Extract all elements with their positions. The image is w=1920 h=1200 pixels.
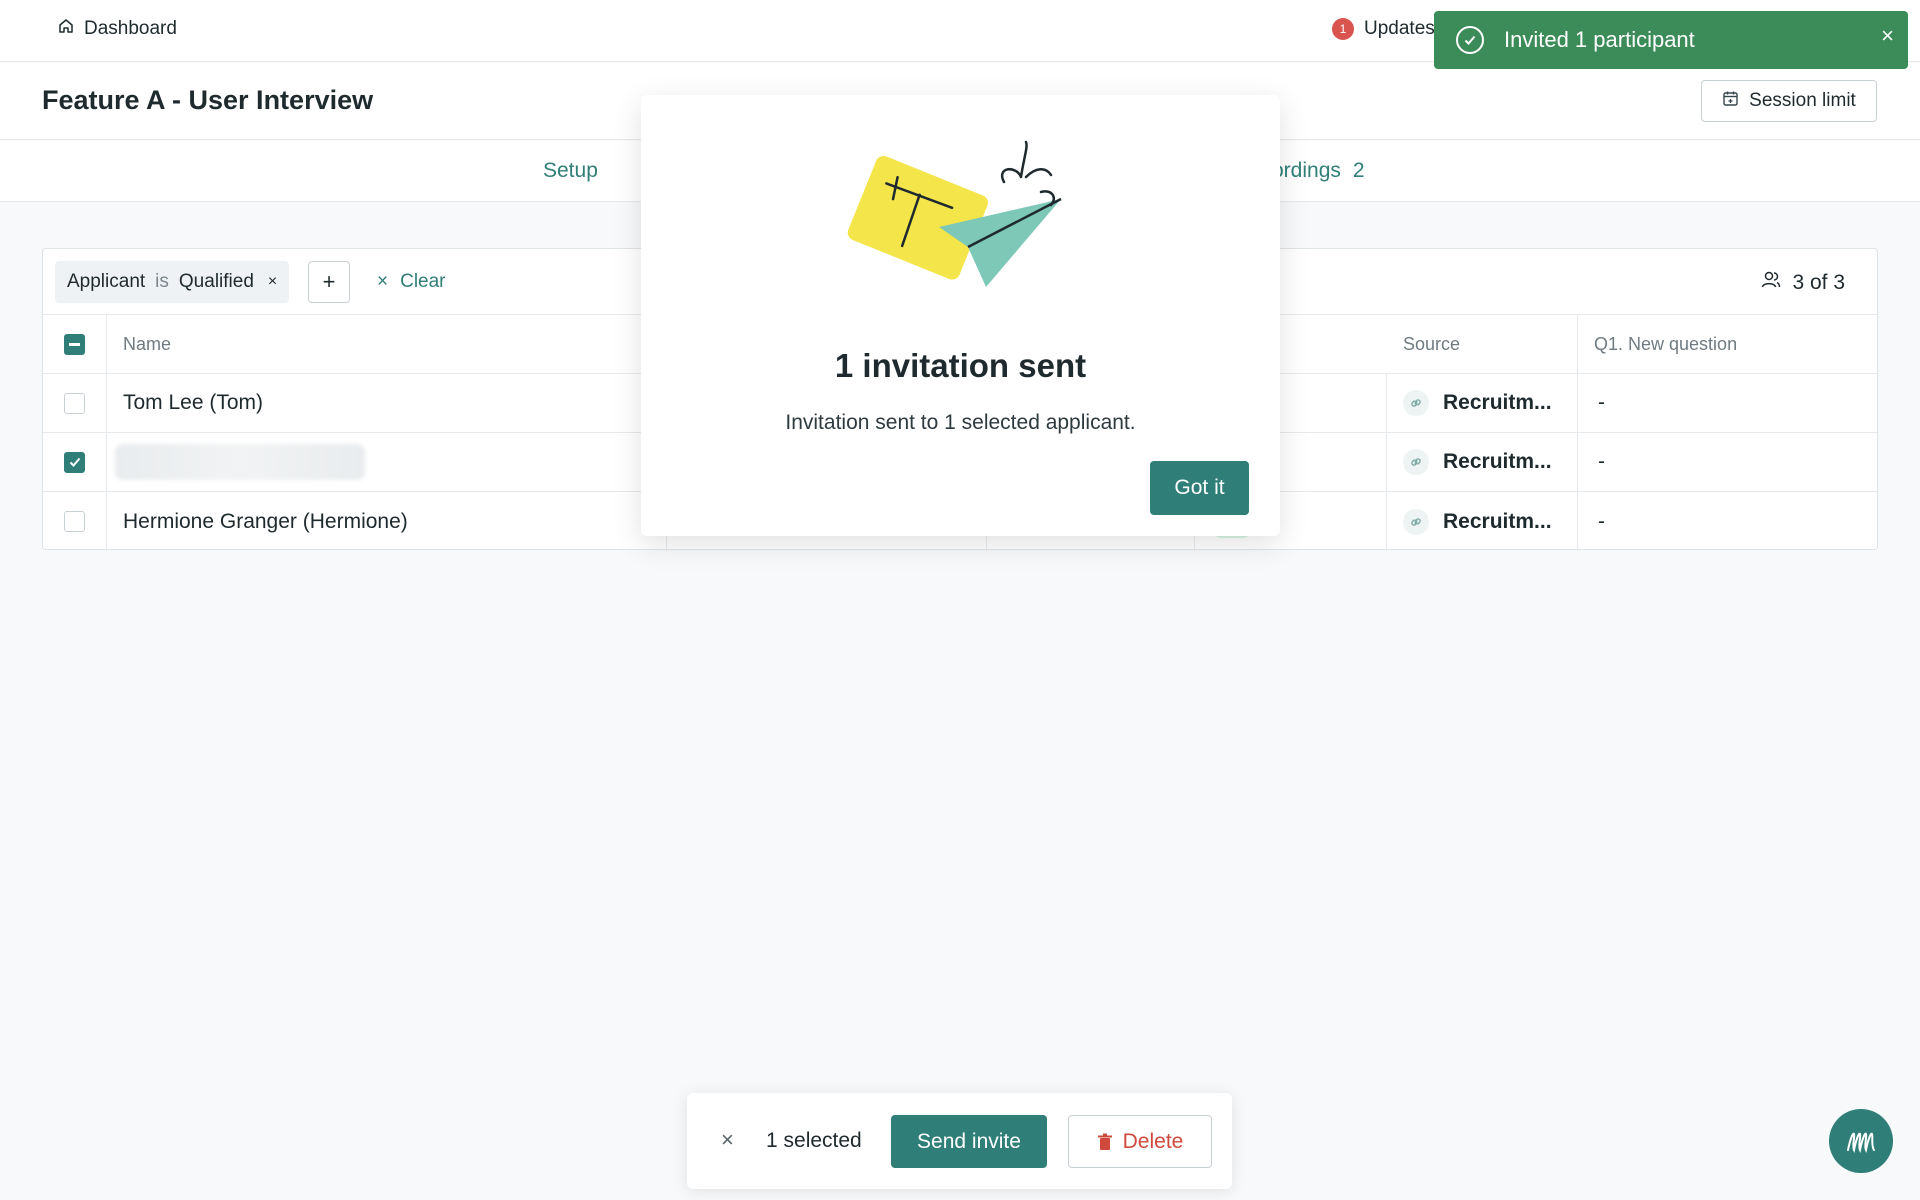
close-icon: × (377, 271, 389, 292)
chat-icon[interactable] (1829, 1109, 1893, 1173)
check-circle-icon (1456, 26, 1484, 54)
session-limit-button[interactable]: Session limit (1701, 80, 1877, 122)
link-icon (1403, 508, 1429, 535)
success-toast: Invited 1 participant × (1434, 11, 1908, 69)
tab-recordings-label: ordings (1272, 159, 1341, 182)
tab-setup[interactable]: Setup (543, 159, 598, 183)
source-label: Recruitm... (1443, 509, 1552, 533)
source-cell: Recruitm... (1387, 433, 1578, 491)
add-filter-button[interactable]: + (308, 261, 350, 303)
dashboard-link[interactable]: Dashboard (58, 18, 177, 40)
envelope-plane-illustration (836, 137, 1106, 312)
select-all-checkbox[interactable] (64, 333, 85, 355)
got-it-button[interactable]: Got it (1150, 461, 1249, 515)
selected-count: 1 selected (766, 1129, 862, 1152)
column-header-source[interactable]: Source (1387, 315, 1578, 373)
filter-value: Qualified (178, 271, 254, 292)
updates-link[interactable]: 1 Updates (1332, 18, 1435, 40)
clear-filters-button[interactable]: × Clear (377, 271, 446, 293)
q1-answer: - (1598, 450, 1605, 473)
row-select-cell (43, 374, 107, 432)
dashboard-label: Dashboard (84, 18, 177, 39)
source-cell: Recruitm... (1387, 374, 1578, 432)
link-icon (1403, 449, 1429, 475)
applicant-name[interactable]: Hermione Granger (Hermione) (107, 492, 667, 551)
filter-chip[interactable]: Applicant is Qualified × (55, 261, 290, 303)
q1-answer: - (1598, 509, 1605, 533)
users-icon (1760, 269, 1782, 297)
tab-recordings[interactable]: ordings 2 (1272, 159, 1365, 183)
link-icon (1403, 390, 1429, 416)
row-checkbox[interactable] (64, 511, 85, 532)
source-cell: Recruitm... (1387, 492, 1578, 551)
row-checkbox[interactable] (64, 392, 85, 414)
modal-message: Invitation sent to 1 selected applicant. (785, 411, 1136, 434)
trash-icon (1097, 1133, 1112, 1150)
updates-badge: 1 (1332, 18, 1354, 40)
row-select-cell (43, 492, 107, 551)
count-label: 3 of 3 (1792, 271, 1845, 294)
delete-button[interactable]: Delete (1068, 1115, 1212, 1168)
page-title: Feature A - User Interview (42, 85, 374, 115)
calendar-icon (1722, 90, 1739, 113)
check-icon (69, 457, 80, 467)
column-header-name[interactable]: Name (107, 315, 667, 373)
session-limit-label: Session limit (1749, 90, 1856, 111)
filter-field: Applicant (67, 271, 146, 292)
q1-answer: - (1598, 391, 1605, 414)
select-all-cell (43, 315, 107, 373)
clear-label: Clear (400, 271, 446, 292)
selection-action-bar: × 1 selected Send invite Delete (687, 1093, 1232, 1189)
tab-setup-label: Setup (543, 159, 598, 182)
filter-operator: is (155, 271, 169, 292)
toast-message: Invited 1 participant (1504, 27, 1695, 52)
row-checkbox[interactable] (64, 451, 85, 473)
source-label: Recruitm... (1443, 391, 1552, 414)
applicant-name[interactable]: Tom Lee (Tom) (107, 374, 667, 432)
delete-label: Delete (1122, 1129, 1184, 1153)
column-header-q1[interactable]: Q1. New question (1578, 315, 1878, 373)
home-icon (58, 18, 74, 40)
tab-recordings-count: 2 (1352, 159, 1365, 182)
close-icon[interactable]: × (1881, 23, 1894, 49)
send-invite-button[interactable]: Send invite (891, 1115, 1047, 1168)
source-label: Recruitm... (1443, 450, 1552, 473)
invitation-sent-modal: 1 invitation sent Invitation sent to 1 s… (641, 95, 1280, 536)
row-select-cell (43, 433, 107, 491)
applicant-name-redacted[interactable] (107, 433, 667, 491)
modal-title: 1 invitation sent (834, 347, 1087, 384)
clear-selection-icon[interactable]: × (721, 1127, 734, 1153)
updates-label: Updates (1364, 18, 1435, 39)
result-count: 3 of 3 (1760, 269, 1845, 297)
redacted-name (115, 444, 365, 480)
remove-filter-icon[interactable]: × (268, 273, 277, 291)
